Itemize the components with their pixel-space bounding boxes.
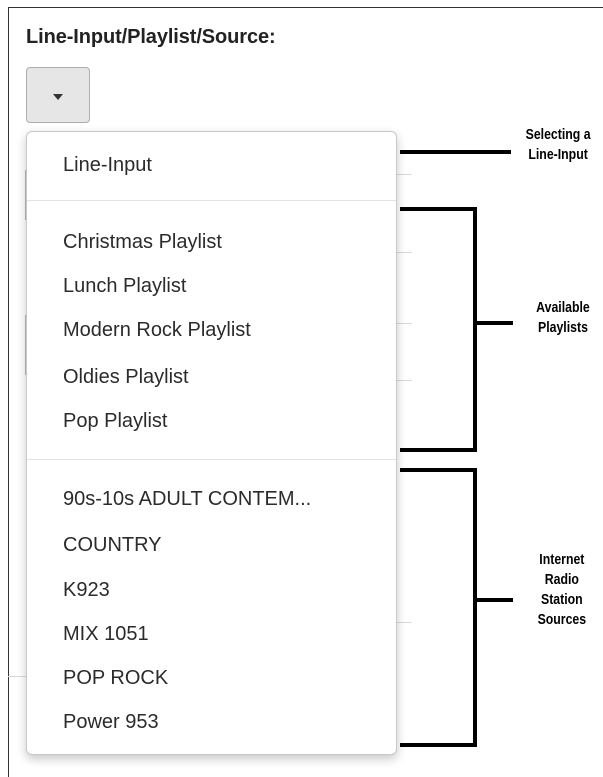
- menu-item-radio-source[interactable]: COUNTRY: [63, 534, 162, 557]
- annotation-bracket: [400, 743, 477, 747]
- menu-item-radio-source[interactable]: 90s-10s ADULT CONTEM...: [63, 488, 311, 511]
- menu-item-radio-source[interactable]: Power 953: [63, 711, 159, 734]
- annotation-bracket: [473, 468, 477, 747]
- annotation-bracket: [400, 448, 477, 452]
- annotation-playlists: Available Playlists: [536, 299, 590, 336]
- menu-item-playlist[interactable]: Modern Rock Playlist: [63, 319, 251, 342]
- annotation-bracket: [473, 598, 513, 602]
- source-dropdown-menu: Line-Input Christmas Playlist Lunch Play…: [26, 131, 397, 755]
- menu-item-radio-source[interactable]: K923: [63, 579, 110, 602]
- menu-item-line-input[interactable]: Line-Input: [63, 154, 152, 177]
- menu-item-playlist[interactable]: Lunch Playlist: [63, 275, 186, 298]
- menu-divider: [27, 459, 396, 460]
- annotation-line-input: Selecting a Line-Input: [525, 126, 591, 163]
- menu-item-playlist[interactable]: Oldies Playlist: [63, 366, 189, 389]
- annotation-bracket: [473, 321, 513, 325]
- annotation-bracket: [400, 468, 477, 472]
- annotation-radio-sources: Internet Radio Station Sources: [537, 551, 587, 628]
- caret-down-icon: [53, 94, 63, 100]
- annotation-bracket: [400, 207, 477, 211]
- menu-item-playlist[interactable]: Christmas Playlist: [63, 231, 222, 254]
- menu-item-radio-source[interactable]: MIX 1051: [63, 623, 149, 646]
- annotation-bracket: [473, 207, 477, 452]
- source-dropdown-button[interactable]: [26, 67, 90, 123]
- background-divider: [8, 676, 28, 677]
- menu-divider: [27, 200, 396, 201]
- annotation-line: [400, 150, 511, 154]
- menu-item-playlist[interactable]: Pop Playlist: [63, 410, 168, 433]
- menu-item-radio-source[interactable]: POP ROCK: [63, 667, 168, 690]
- source-field-label: Line-Input/Playlist/Source:: [26, 26, 276, 48]
